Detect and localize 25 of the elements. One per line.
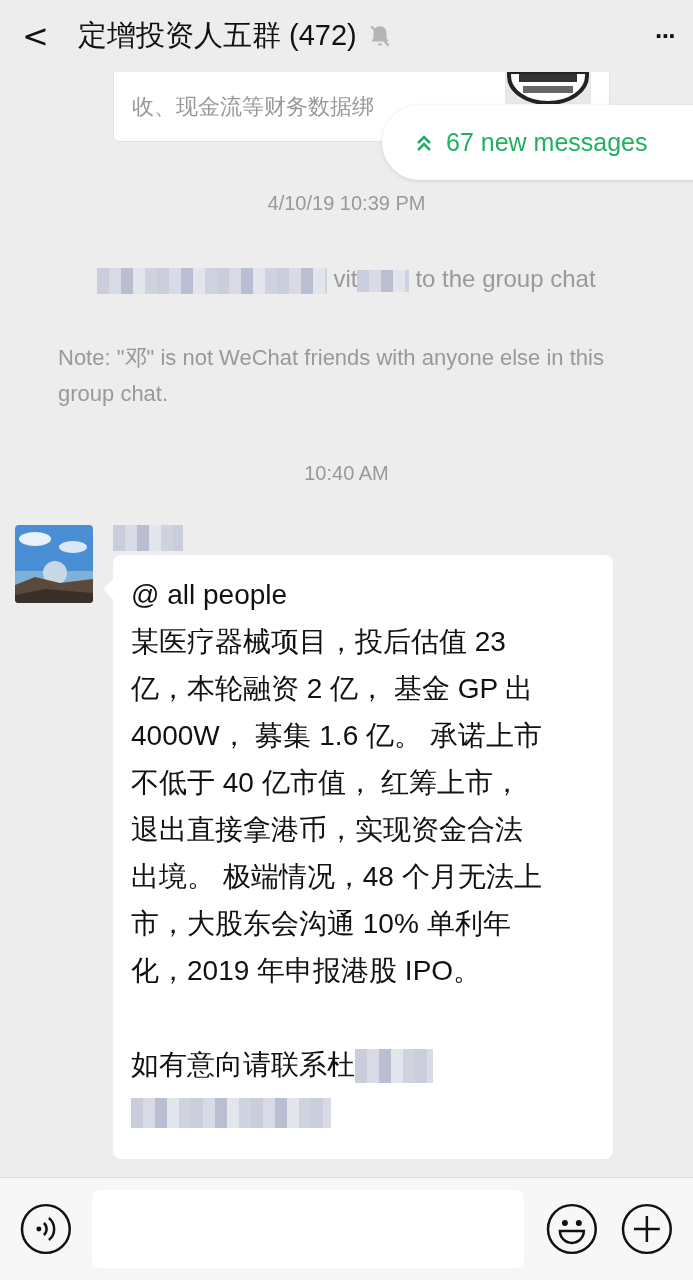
timestamp: 4/10/19 10:39 PM [266, 192, 427, 215]
emoji-icon[interactable] [545, 1203, 598, 1255]
message-text: 亿，本轮融资 2 亿， 基金 GP 出 [131, 672, 534, 704]
more-button[interactable]: ··· [655, 20, 675, 52]
message-text: 市，大股东会沟通 10% 单利年 [131, 907, 511, 939]
system-note: Note: "邓" is not WeChat friends with anyone else in this group chat. [58, 343, 605, 408]
message-text: 化，2019 年申报港股 IPO。 [131, 954, 482, 986]
message-text: 如有意向请联系杜 [131, 1048, 355, 1080]
timestamp: 10:40 AM [303, 461, 390, 485]
chat-title: 定增投资人五群 (472) [78, 18, 357, 53]
message-text: 4000W， 募集 1.6 亿。 承诺上市 [131, 719, 542, 751]
double-chevron-up-icon [416, 133, 432, 152]
system-message: to the group chat [415, 265, 596, 292]
message-text: 出境。 极端情况，48 个月无法上 [131, 860, 542, 892]
plus-icon[interactable] [621, 1203, 673, 1255]
blurred-text [113, 524, 183, 551]
message-text: @ all people [131, 578, 288, 610]
message-text: 退出直接拿港币，实现资金合法 [131, 813, 523, 845]
message-text: 某医疗器械项目，投后估值 23 [131, 625, 506, 657]
back-button[interactable]: < [22, 17, 62, 55]
voice-icon[interactable] [20, 1203, 72, 1255]
system-message: vit [333, 265, 358, 292]
message-text: 不低于 40 亿市值， 红筹上市， [131, 766, 522, 798]
card-text: 收、现金流等财务数据绑 [132, 93, 375, 121]
blurred-text [357, 269, 410, 292]
